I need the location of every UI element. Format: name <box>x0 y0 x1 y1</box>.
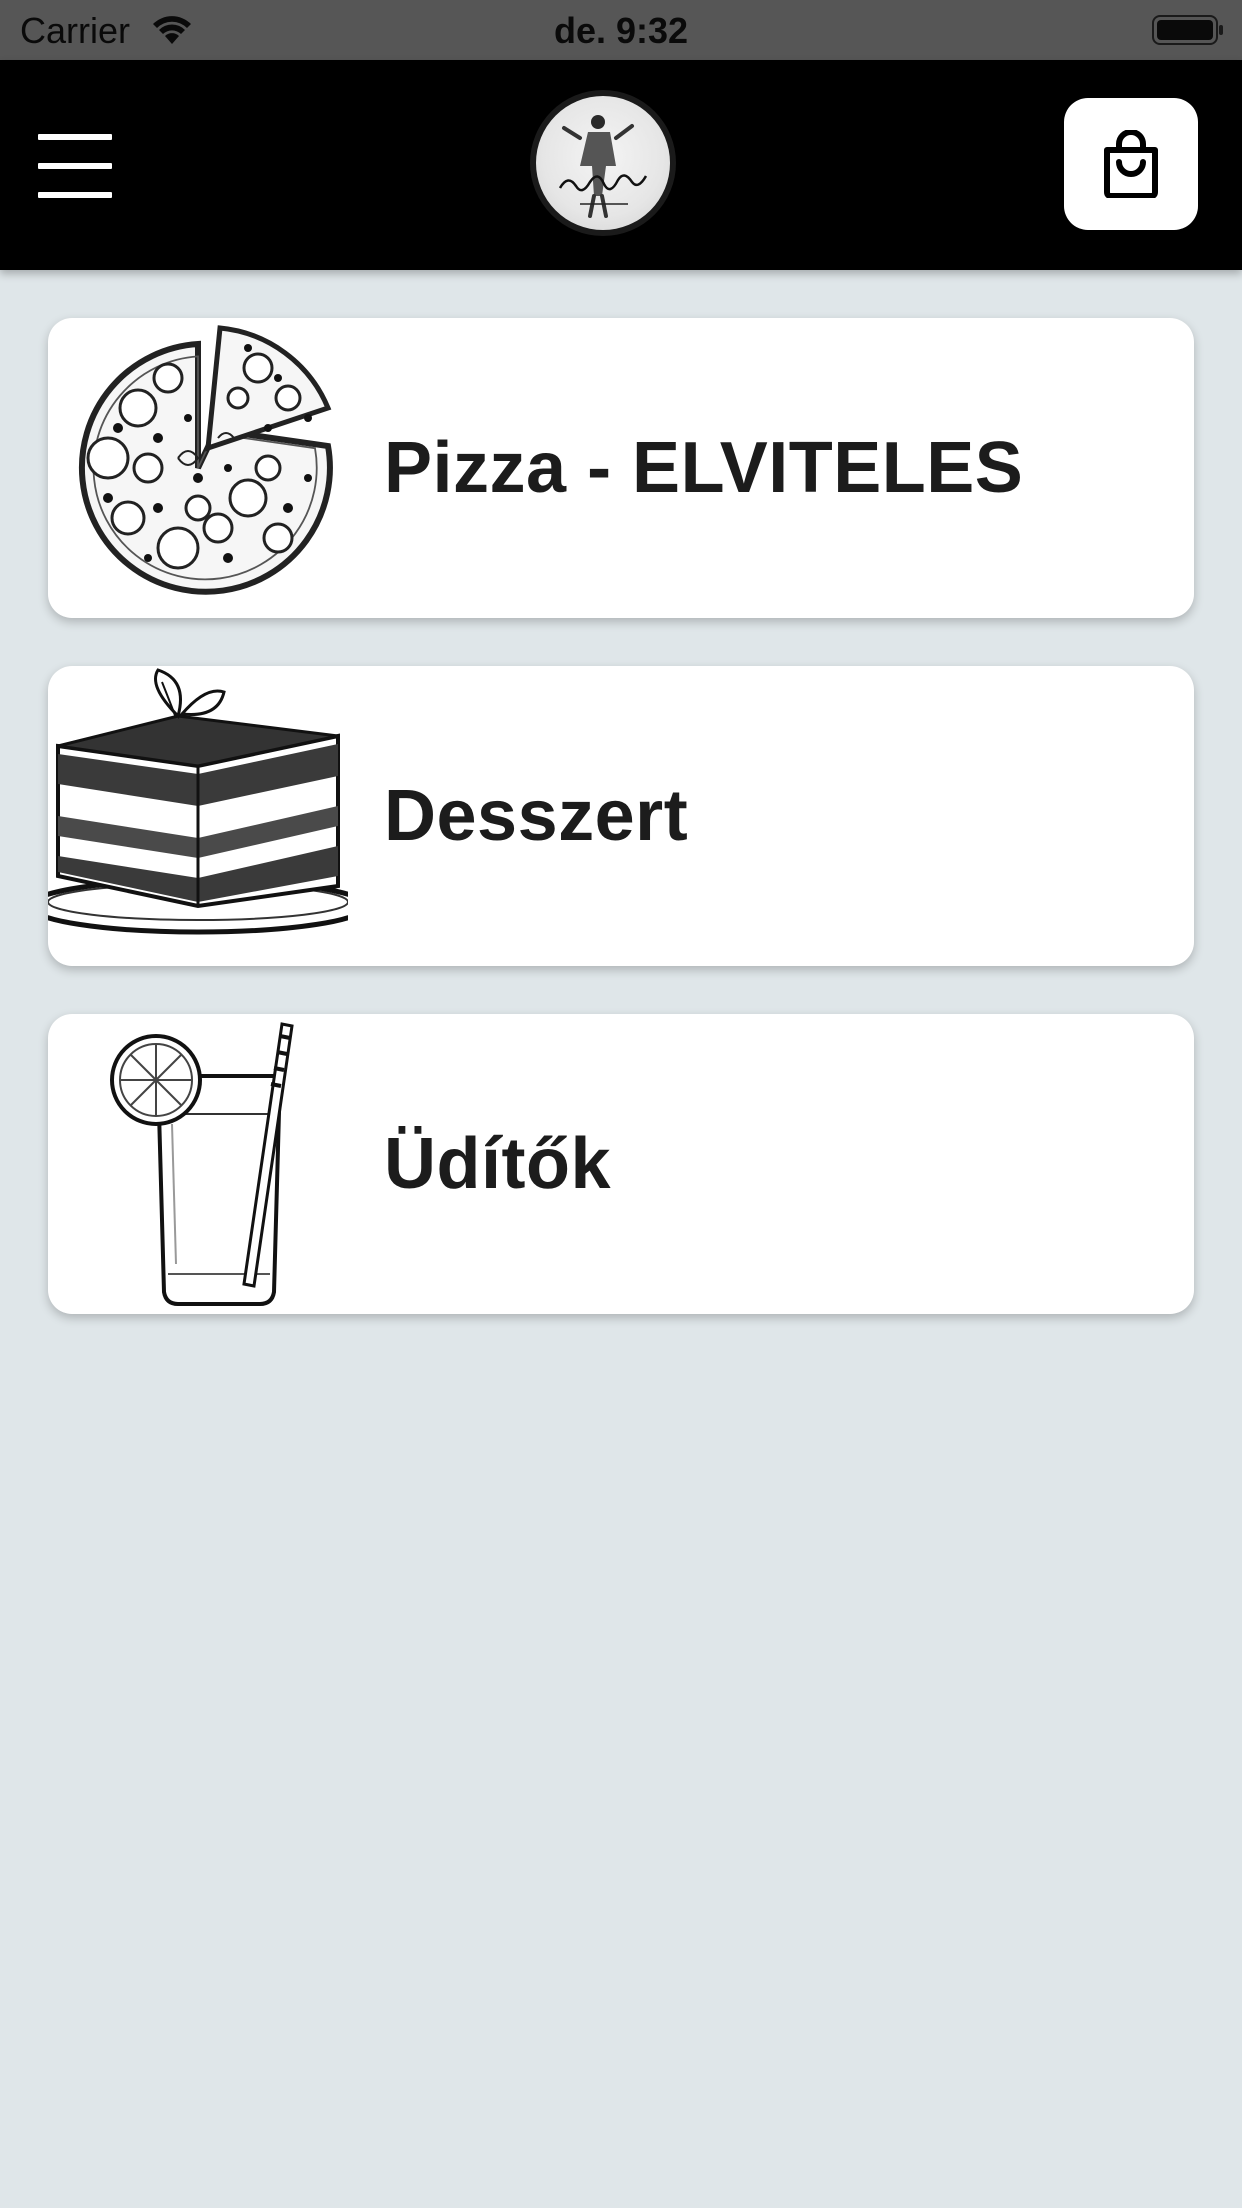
drink-glass-illustration <box>48 1014 348 1314</box>
category-card-drinks[interactable]: Üdítők <box>48 1014 1194 1314</box>
pizza-illustration <box>48 318 348 618</box>
category-card-pizza[interactable]: Pizza - ELVITELES <box>48 318 1194 618</box>
hamburger-menu-icon[interactable] <box>38 134 112 198</box>
app-header <box>0 60 1242 270</box>
cart-button[interactable] <box>1064 98 1198 230</box>
category-label: Pizza - ELVITELES <box>384 428 1024 508</box>
status-time: de. 9:32 <box>553 10 689 51</box>
category-label: Üdítők <box>384 1124 611 1204</box>
cake-illustration <box>48 666 369 966</box>
restaurant-logo[interactable] <box>530 90 676 236</box>
category-card-dessert[interactable]: Desszert <box>48 666 1194 966</box>
status-bar: Carrier de. 9:32 <box>0 0 1242 60</box>
battery-icon <box>1152 14 1226 51</box>
shopping-bag-icon <box>1104 130 1158 198</box>
category-label: Desszert <box>384 776 689 856</box>
